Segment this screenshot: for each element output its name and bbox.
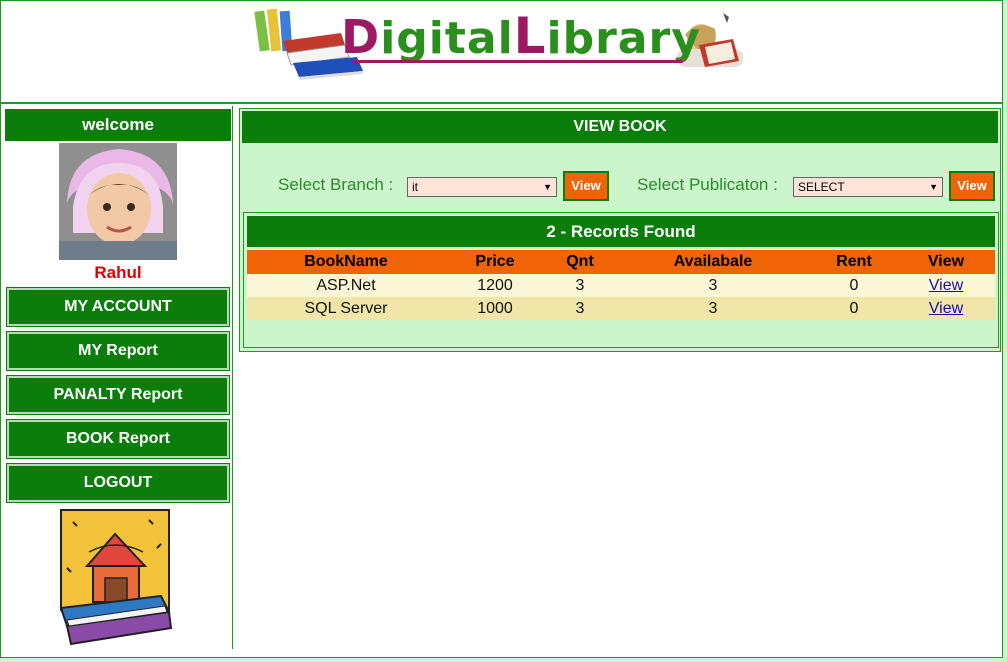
branch-view-button[interactable]: View	[563, 171, 609, 201]
cell-view: View	[897, 274, 995, 297]
cell-bookname: SQL Server	[247, 297, 445, 320]
welcome-heading: welcome	[5, 109, 231, 141]
table-row: ASP.Net 1200 3 3 0 View	[247, 274, 995, 297]
table-header-row: BookName Price Qnt Availabale Rent View	[247, 250, 995, 274]
column-header-bookname: BookName	[247, 250, 445, 274]
branch-label: Select Branch :	[278, 175, 394, 194]
view-book-link[interactable]: View	[929, 277, 963, 294]
cell-price: 1000	[445, 297, 545, 320]
logo-word-igital: igital	[380, 13, 514, 64]
branch-select[interactable]: it ▼	[407, 177, 557, 197]
view-book-link[interactable]: View	[929, 300, 963, 317]
column-header-rent: Rent	[811, 250, 897, 274]
publication-select[interactable]: SELECT ▼	[793, 177, 943, 197]
main-panel: VIEW BOOK Select Branch : it ▼ View Sele…	[239, 108, 1001, 352]
column-header-available: Availabale	[615, 250, 811, 274]
dropdown-arrow-icon: ▼	[929, 182, 938, 192]
branch-select-value: it	[412, 180, 418, 194]
books-table: BookName Price Qnt Availabale Rent View …	[247, 250, 995, 320]
library-illustration	[53, 508, 177, 646]
column-header-qnt: Qnt	[545, 250, 615, 274]
logo-word-ibrary: ibrary	[546, 13, 701, 64]
logo-underline	[353, 60, 683, 63]
logo-wordmark: DigitalLibrary	[341, 7, 701, 65]
cell-bookname: ASP.Net	[247, 274, 445, 297]
publication-select-value: SELECT	[798, 180, 845, 194]
column-header-view: View	[897, 250, 995, 274]
penalty-report-button[interactable]: PANALTY Report	[6, 375, 230, 415]
user-name: Rahul	[94, 263, 142, 282]
logo-letter-d: D	[341, 10, 381, 64]
page-title: VIEW BOOK	[242, 111, 998, 143]
header: DigitalLibrary	[1, 1, 1002, 104]
cell-available: 3	[615, 274, 811, 297]
records-found-heading: 2 - Records Found	[247, 216, 995, 247]
cell-price: 1200	[445, 274, 545, 297]
cell-qnt: 3	[545, 297, 615, 320]
digital-library-logo: DigitalLibrary	[253, 5, 747, 81]
column-header-price: Price	[445, 250, 545, 274]
logout-button[interactable]: LOGOUT	[6, 463, 230, 503]
cell-qnt: 3	[545, 274, 615, 297]
cell-view: View	[897, 297, 995, 320]
dropdown-arrow-icon: ▼	[543, 182, 552, 192]
table-row: SQL Server 1000 3 3 0 View	[247, 297, 995, 320]
sidebar: welcome Rahul MY ACCOUNT MY Report PANAL…	[3, 106, 233, 649]
cell-rent: 0	[811, 297, 897, 320]
page-frame: DigitalLibrary welcome Rahul MY ACCOUNT …	[0, 0, 1003, 658]
publication-view-button[interactable]: View	[949, 171, 995, 201]
logo-letter-l: L	[513, 7, 547, 65]
publication-label: Select Publicaton :	[637, 175, 778, 194]
cell-rent: 0	[811, 274, 897, 297]
my-report-button[interactable]: MY Report	[6, 331, 230, 371]
results-panel: 2 - Records Found BookName Price Qnt Ava…	[243, 212, 999, 348]
cell-available: 3	[615, 297, 811, 320]
user-avatar	[59, 143, 177, 260]
book-report-button[interactable]: BOOK Report	[6, 419, 230, 459]
my-account-button[interactable]: MY ACCOUNT	[6, 287, 230, 327]
